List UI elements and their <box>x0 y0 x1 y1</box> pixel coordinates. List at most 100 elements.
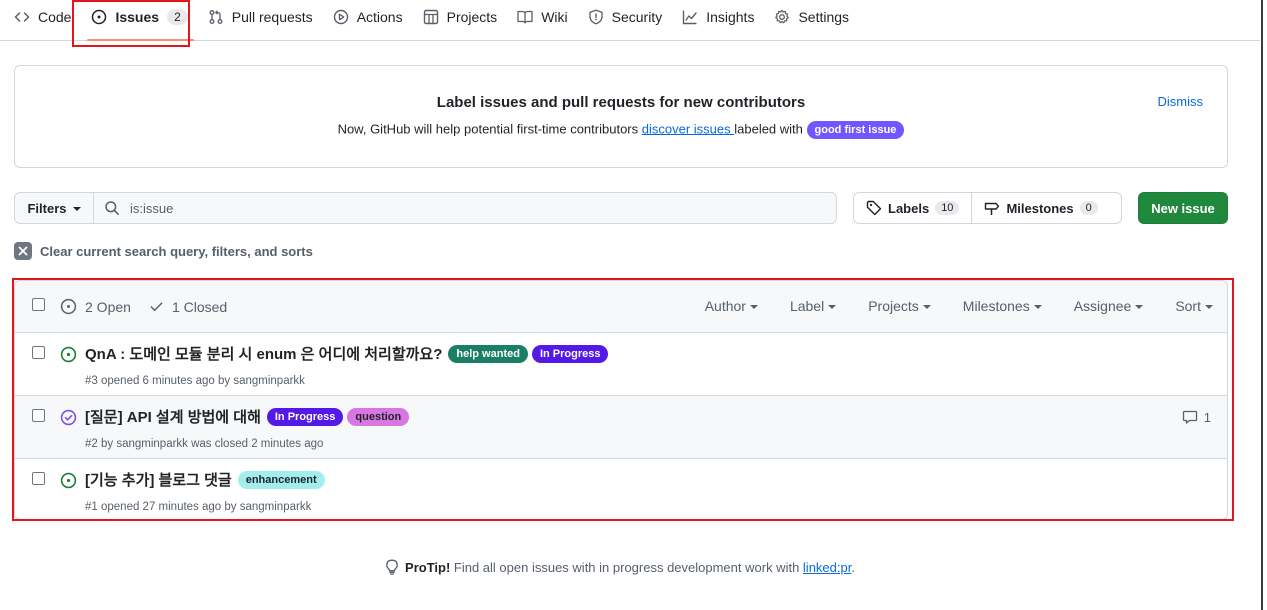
tab-issues[interactable]: Issues 2 <box>81 0 197 41</box>
linked-pr-link[interactable]: linked:pr <box>803 560 851 575</box>
issue-checkbox[interactable] <box>32 472 45 485</box>
filters-button[interactable]: Filters <box>14 192 94 224</box>
chevron-down-icon <box>1033 305 1042 309</box>
search-icon <box>105 201 119 215</box>
issue-meta: #2 by sangminparkk was closed 2 minutes … <box>85 438 324 450</box>
sort-menu-label: Sort <box>1175 298 1201 314</box>
protip-lead: ProTip! <box>405 559 451 575</box>
discover-issues-link[interactable]: discover issues <box>642 121 734 136</box>
label-filter-label: Label <box>789 298 825 314</box>
open-count-label: 2 Open <box>85 298 131 315</box>
tab-insights[interactable]: Insights <box>672 0 764 34</box>
tab-settings[interactable]: Settings <box>764 0 859 34</box>
check-icon <box>150 302 163 311</box>
banner-description: Now, GitHub will help potential first-ti… <box>15 121 1227 139</box>
projects-filter[interactable]: Projects <box>868 298 931 314</box>
tab-projects-label: Projects <box>446 9 498 25</box>
book-icon <box>517 10 533 24</box>
chevron-down-icon <box>1205 305 1213 309</box>
tab-projects[interactable]: Projects <box>413 0 508 34</box>
author-filter[interactable]: Author <box>705 298 758 314</box>
issue-row[interactable]: [기능 추가] 블로그 댓글 enhancement #1 opened 27 … <box>15 459 1227 519</box>
labels-count-badge: 10 <box>935 201 960 215</box>
comments-link[interactable]: 1 <box>1182 409 1211 425</box>
label-in-progress[interactable]: In Progress <box>531 344 609 363</box>
issue-opened-icon <box>60 298 77 315</box>
issue-title-line: [기능 추가] 블로그 댓글 enhancement <box>85 469 325 490</box>
clear-filters-link[interactable]: Clear current search query, filters, and… <box>14 242 313 260</box>
banner-desc-text-2: labeled with <box>734 121 807 137</box>
clear-filters-label: Clear current search query, filters, and… <box>40 243 313 259</box>
issue-title-line: [질문] API 설계 방법에 대해 In Progress question <box>85 406 410 427</box>
labels-button[interactable]: Labels 10 <box>854 193 971 223</box>
assignee-filter[interactable]: Assignee <box>1074 298 1144 314</box>
protip-end: . <box>851 559 855 575</box>
issues-count-badge: 2 <box>167 9 188 25</box>
close-icon <box>14 242 32 260</box>
label-filter[interactable]: Label <box>789 298 837 314</box>
select-all-checkbox[interactable] <box>32 298 45 311</box>
label-enhancement[interactable]: enhancement <box>237 470 325 489</box>
git-pull-request-icon <box>209 10 223 24</box>
issue-state-toggles: 2 Open 1 Closed <box>60 298 227 315</box>
milestones-filter[interactable]: Milestones <box>963 298 1042 314</box>
issue-filter-menus: Author Label Projects Milestones Assigne… <box>705 298 1213 314</box>
comment-icon <box>1182 410 1197 424</box>
tab-code-label: Code <box>38 9 72 25</box>
issue-checkbox[interactable] <box>32 409 45 422</box>
tab-security-label: Security <box>611 9 663 25</box>
milestones-count-badge: 0 <box>1079 201 1098 215</box>
tab-code[interactable]: Code <box>4 0 81 34</box>
light-bulb-icon <box>386 559 398 575</box>
new-contributors-banner: Label issues and pull requests for new c… <box>14 65 1228 168</box>
tab-actions[interactable]: Actions <box>323 0 413 34</box>
code-icon <box>14 12 30 22</box>
chevron-down-icon <box>749 305 758 309</box>
new-issue-button[interactable]: New issue <box>1138 192 1228 224</box>
gear-icon <box>775 9 790 24</box>
search-box[interactable] <box>93 192 837 224</box>
issue-opened-icon <box>60 472 77 489</box>
closed-issues-toggle[interactable]: 1 Closed <box>149 298 227 315</box>
issue-title-line: QnA : 도메인 모듈 분리 시 enum 은 어디에 처리할까요? help… <box>85 343 609 364</box>
tab-security[interactable]: Security <box>578 0 673 34</box>
issue-title-link[interactable]: [기능 추가] 블로그 댓글 <box>85 469 232 490</box>
milestones-button[interactable]: Milestones 0 <box>971 193 1109 223</box>
tab-wiki[interactable]: Wiki <box>507 0 577 34</box>
issue-row[interactable]: QnA : 도메인 모듈 분리 시 enum 은 어디에 처리할까요? help… <box>15 333 1227 396</box>
milestones-label: Milestones <box>1006 200 1074 216</box>
label-help-wanted[interactable]: help wanted <box>448 344 528 363</box>
tab-actions-label: Actions <box>356 9 403 25</box>
search-input[interactable] <box>130 200 810 216</box>
label-question[interactable]: question <box>347 407 410 426</box>
issue-title-link[interactable]: QnA : 도메인 모듈 분리 시 enum 은 어디에 처리할까요? <box>85 343 442 364</box>
play-icon <box>333 9 348 25</box>
filters-label: Filters <box>27 200 67 216</box>
issue-closed-icon <box>60 409 77 426</box>
tab-wiki-label: Wiki <box>541 9 568 25</box>
projects-filter-label: Projects <box>868 298 919 314</box>
labels-label: Labels <box>888 200 930 216</box>
issue-meta: #1 opened 27 minutes ago by sangminparkk <box>85 501 312 513</box>
issue-opened-icon <box>92 9 107 25</box>
issue-row[interactable]: [질문] API 설계 방법에 대해 In Progress question … <box>15 396 1227 459</box>
issue-opened-icon <box>60 346 77 363</box>
protip: ProTip! Find all open issues with in pro… <box>0 559 1240 575</box>
chevron-down-icon <box>1135 305 1144 309</box>
shield-icon <box>588 9 603 25</box>
issue-meta: #3 opened 6 minutes ago by sangminparkk <box>85 375 305 387</box>
milestones-filter-label: Milestones <box>962 298 1030 314</box>
open-issues-toggle[interactable]: 2 Open <box>60 298 131 315</box>
dismiss-button[interactable]: Dismiss <box>1158 94 1204 109</box>
sort-menu[interactable]: Sort <box>1175 298 1213 314</box>
good-first-issue-label[interactable]: good first issue <box>806 121 905 139</box>
tab-pull-requests-label: Pull requests <box>231 9 313 25</box>
issue-title-link[interactable]: [질문] API 설계 방법에 대해 <box>85 406 261 427</box>
tab-pull-requests[interactable]: Pull requests <box>198 0 323 34</box>
assignee-filter-label: Assignee <box>1073 298 1132 314</box>
comments-count: 1 <box>1203 409 1211 425</box>
label-in-progress[interactable]: In Progress <box>266 407 344 426</box>
issue-checkbox[interactable] <box>32 346 45 359</box>
tab-issues-label: Issues <box>115 9 160 25</box>
tab-settings-label: Settings <box>798 9 850 25</box>
